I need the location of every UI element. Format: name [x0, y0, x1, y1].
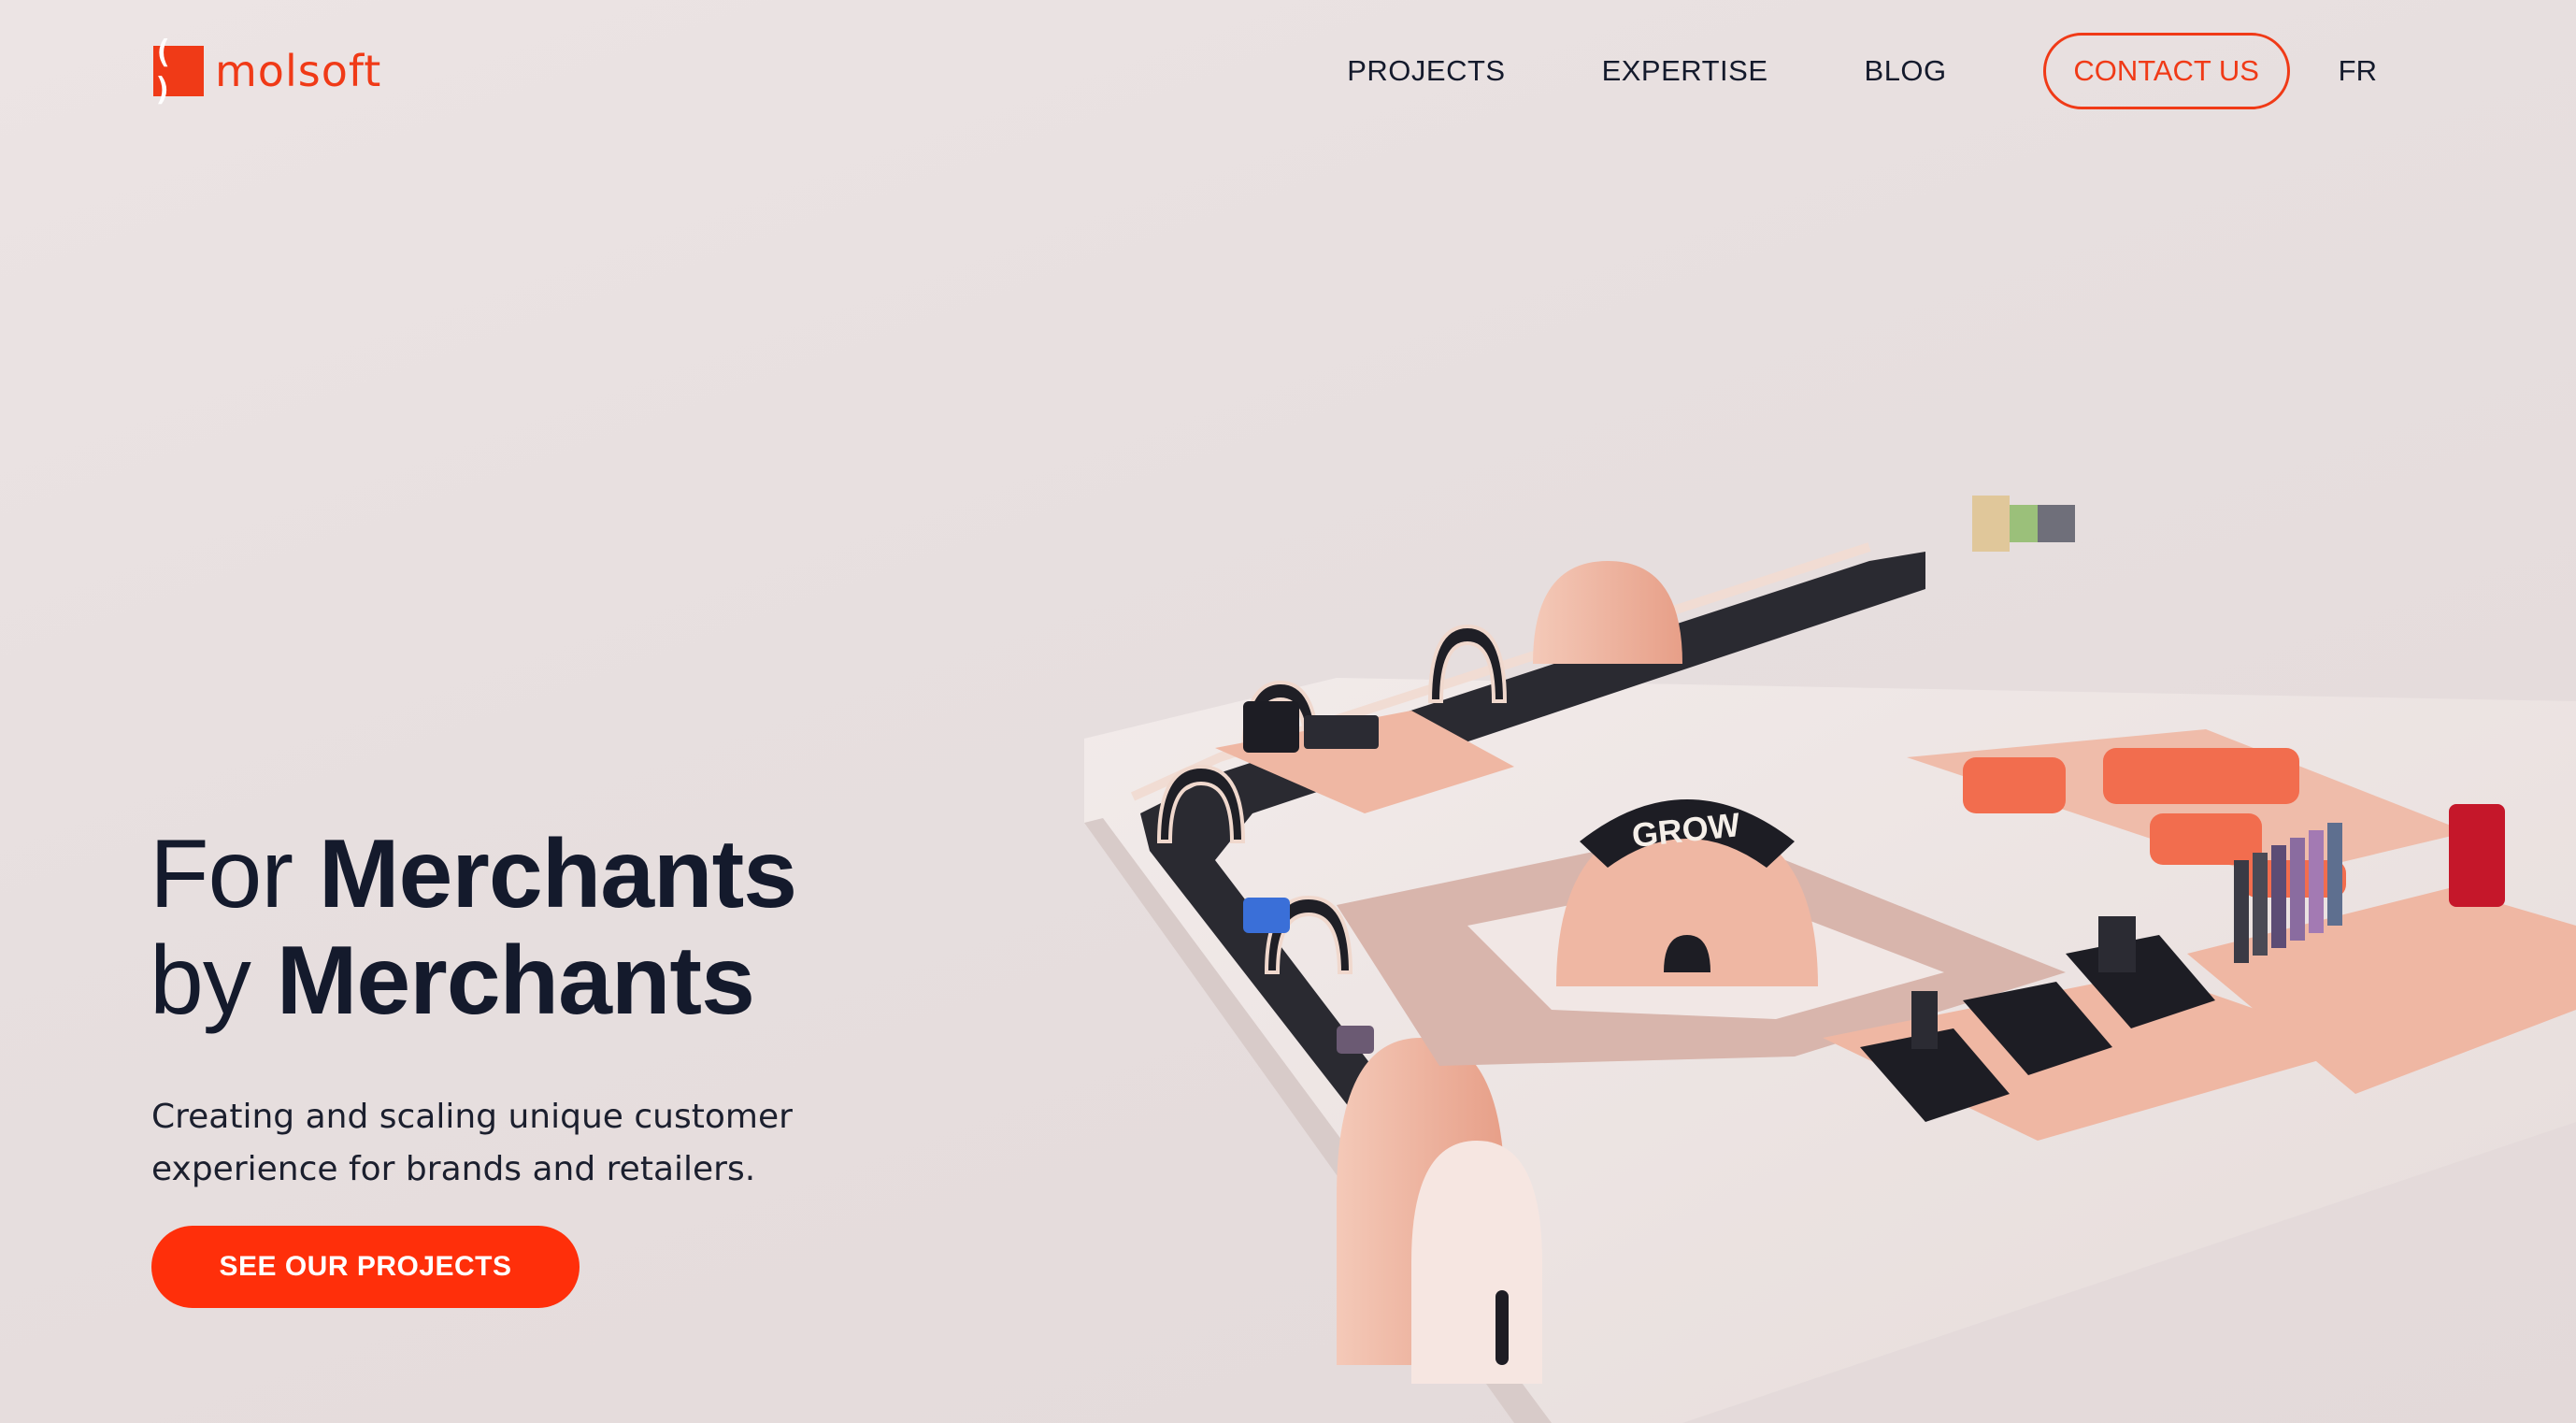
- nav-expertise[interactable]: EXPERTISE: [1602, 54, 1768, 88]
- subtitle-line-2: experience for brands and retailers.: [151, 1150, 756, 1188]
- amplifier: [1243, 701, 1299, 753]
- main-nav: PROJECTS EXPERTISE BLOG CONTACT US FR: [1347, 30, 2377, 112]
- nav-projects[interactable]: PROJECTS: [1347, 54, 1505, 88]
- shelf-boxes: [1972, 496, 2075, 552]
- headline-line-1: For Merchants: [150, 820, 797, 928]
- logo-mark-icon: ( ): [153, 34, 204, 108]
- nav-blog[interactable]: BLOG: [1865, 54, 1947, 88]
- molsoft-logo[interactable]: ( ) molsoft: [153, 34, 382, 108]
- subtitle-line-1: Creating and scaling unique customer: [151, 1098, 793, 1136]
- purple-suitcase: [1337, 1026, 1374, 1054]
- headline-by: by: [150, 927, 251, 1035]
- contact-us-button[interactable]: CONTACT US: [2042, 33, 2290, 109]
- language-switch-fr[interactable]: FR: [2339, 54, 2377, 88]
- headline-merchants-2: Merchants: [276, 927, 755, 1035]
- headline-merchants-1: Merchants: [318, 820, 797, 928]
- store-illustration-svg: GROW: [1084, 496, 2576, 1423]
- store-illustration: GROW: [1028, 449, 2576, 1423]
- blue-suitcase: [1243, 898, 1290, 933]
- logo-text: molsoft: [215, 46, 382, 96]
- hero-headline: For Merchants by Merchants: [150, 820, 797, 1034]
- headline-line-2: by Merchants: [150, 927, 796, 1034]
- see-our-projects-button[interactable]: SEE OUR PROJECTS: [151, 1226, 580, 1308]
- red-jacket: [2449, 804, 2505, 907]
- keyboard: [1304, 715, 1379, 749]
- hero-subtitle: Creating and scaling unique customer exp…: [151, 1091, 862, 1196]
- headline-for: For: [150, 820, 293, 928]
